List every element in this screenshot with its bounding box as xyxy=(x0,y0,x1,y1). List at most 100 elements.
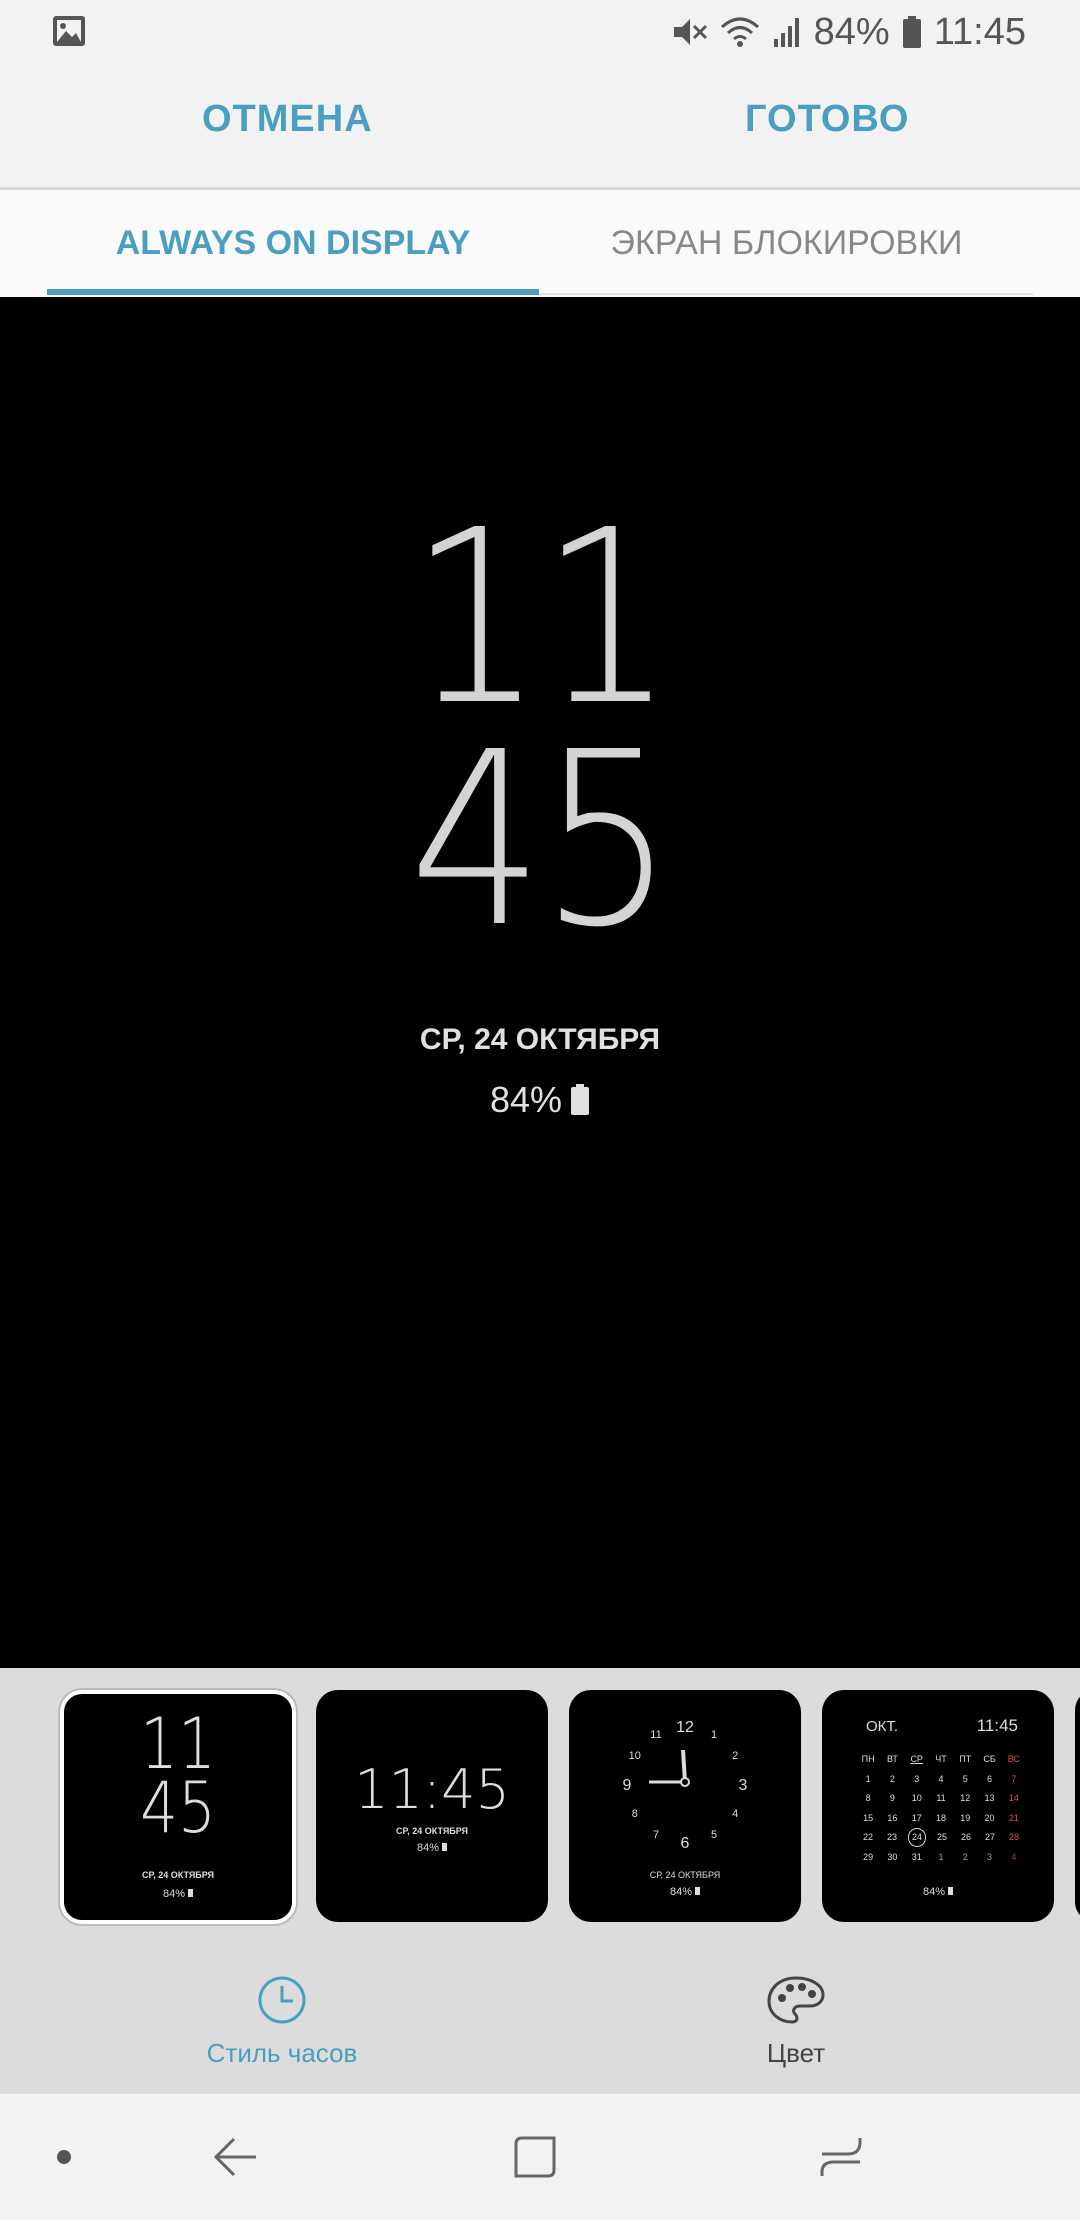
color-label: Цвет xyxy=(766,2038,826,2068)
calendar-day: 13 xyxy=(984,1793,995,1803)
thumb-battery-label: 84% xyxy=(416,1842,439,1854)
calendar-day: 10 xyxy=(911,1793,922,1803)
calendar-day: 7 xyxy=(1011,1773,1017,1784)
calendar-day: 28 xyxy=(1008,1832,1019,1842)
clock-number: 11 xyxy=(650,1729,661,1741)
calendar-day: 8 xyxy=(865,1793,871,1803)
thumb-time: 11:45 xyxy=(354,1758,510,1821)
cancel-button[interactable]: ОТМЕНА xyxy=(202,98,373,141)
thumb-minute: 45 xyxy=(140,1767,216,1849)
calendar-day: 9 xyxy=(889,1793,895,1803)
calendar-day: 30 xyxy=(887,1851,898,1862)
thumb-battery: 84% xyxy=(64,1888,292,1900)
calendar-day: 17 xyxy=(911,1812,922,1823)
clock-number: 1 xyxy=(711,1729,717,1741)
tab-bar: ALWAYS ON DISPLAY ЭКРАН БЛОКИРОВКИ xyxy=(0,190,1080,297)
done-button[interactable]: ГОТОВО xyxy=(745,98,909,141)
tab-divider xyxy=(540,293,1033,295)
clock-number: 2 xyxy=(732,1750,738,1762)
battery-icon xyxy=(902,16,921,48)
calendar-day: 3 xyxy=(914,1773,920,1784)
battery-icon xyxy=(188,1889,194,1897)
header: ОТМЕНА ГОТОВО xyxy=(0,64,1080,190)
battery-icon xyxy=(442,1843,448,1851)
thumb-battery-label: 84% xyxy=(922,1886,945,1898)
clock-number: 9 xyxy=(623,1777,632,1794)
calendar-day: 2 xyxy=(962,1851,968,1862)
clock-number: 10 xyxy=(629,1750,641,1762)
preview-clock: 11 45 xyxy=(0,478,1080,980)
nav-back-button[interactable] xyxy=(200,2094,270,2220)
battery-icon xyxy=(948,1887,954,1895)
aod-options: Стиль часов Цвет xyxy=(0,1946,1080,2094)
color-option[interactable]: Цвет xyxy=(646,1974,946,2069)
calendar-week: 29 30 31 1 2 3 4 xyxy=(856,1848,1026,1868)
clock-style-thumb-digital[interactable]: 11:45 СР, 24 ОКТЯБРЯ 84% xyxy=(316,1690,548,1922)
calendar-day: 26 xyxy=(960,1832,971,1842)
recents-icon xyxy=(820,2138,862,2176)
preview-minute: 45 xyxy=(409,700,674,980)
calendar-day: 6 xyxy=(987,1773,993,1784)
preview-date: СР, 24 ОКТЯБРЯ xyxy=(419,1023,661,1056)
calendar-week: 8 9 10 11 12 13 14 xyxy=(856,1789,1026,1809)
nav-dot-button[interactable] xyxy=(44,2094,84,2220)
preview-hour: 11 xyxy=(409,478,674,758)
nav-home-button[interactable] xyxy=(500,2094,570,2220)
aod-preview: 11 45 СР, 24 ОКТЯБРЯ 84% xyxy=(0,297,1080,1668)
battery-percent: 84% xyxy=(813,10,890,53)
clock-style-thumb-more[interactable] xyxy=(1075,1690,1080,1922)
clock-center xyxy=(680,1777,690,1787)
calendar-day: 11 xyxy=(936,1793,946,1803)
navigation-bar xyxy=(0,2094,1080,2220)
calendar-day: 5 xyxy=(962,1773,968,1784)
calendar-day: 1 xyxy=(865,1773,871,1784)
clock-icon xyxy=(258,1976,306,2024)
clock-style-thumb-calendar[interactable]: ОКТ. 11:45 ПН ВТ СР ЧТ ПТ СБ ВС 1 2 3 4 5 6 7 8 9 10 11 12… xyxy=(822,1690,1054,1922)
status-icons: 84% 11:45 xyxy=(672,6,1026,58)
thumb-battery-label: 84% xyxy=(162,1888,185,1900)
clock-number: 5 xyxy=(711,1829,717,1841)
calendar-day: 31 xyxy=(911,1851,922,1862)
calendar-week: 15 16 17 18 19 20 21 xyxy=(856,1809,1026,1829)
nav-recents-button[interactable] xyxy=(806,2094,876,2220)
clock-number: 3 xyxy=(739,1777,748,1794)
gallery-icon xyxy=(53,16,85,46)
calendar-day: 3 xyxy=(987,1851,993,1862)
calendar-day: 2 xyxy=(889,1773,895,1784)
clock-style-option[interactable]: Стиль часов xyxy=(132,1974,432,2069)
palette-icon xyxy=(767,1976,825,2024)
calendar-day: 4 xyxy=(1011,1851,1017,1862)
tab-always-on-display[interactable]: ALWAYS ON DISPLAY xyxy=(47,190,539,297)
thumb-battery-label: 84% xyxy=(669,1886,692,1898)
battery-icon xyxy=(695,1887,701,1895)
calendar-weekday: ПН xyxy=(861,1754,875,1764)
thumb-battery: 84% xyxy=(569,1886,801,1898)
tab-lock-screen[interactable]: ЭКРАН БЛОКИРОВКИ xyxy=(540,190,1033,297)
preview-battery-label: 84% xyxy=(489,1079,563,1120)
calendar-month: ОКТ. xyxy=(866,1718,899,1735)
thumb-date: СР, 24 ОКТЯБРЯ xyxy=(395,1826,469,1836)
calendar-day: 21 xyxy=(1008,1812,1019,1823)
calendar-day: 27 xyxy=(984,1832,995,1842)
calendar-grid: ПН ВТ СР ЧТ ПТ СБ ВС 1 2 3 4 5 6 7 8 9 10 11 12 13 14 15 16 17 1… xyxy=(856,1750,1026,1867)
calendar-time: 11:45 xyxy=(976,1716,1018,1735)
dot-icon xyxy=(57,2150,71,2164)
calendar-weekday: ВТ xyxy=(886,1754,898,1764)
clock-style-thumb-analog[interactable]: 12 1 2 3 4 5 6 7 8 9 10 11 СР, 24 ОКТЯБРЯ 84% xyxy=(569,1690,801,1922)
calendar-day: 19 xyxy=(960,1812,971,1823)
calendar-day: 1 xyxy=(938,1851,944,1862)
thumb-date: СР, 24 ОКТЯБРЯ xyxy=(649,1870,721,1880)
clock-number: 8 xyxy=(632,1808,638,1820)
calendar-day: 23 xyxy=(886,1832,897,1842)
clock-style-label: Стиль часов xyxy=(206,2038,358,2068)
calendar-day: 16 xyxy=(887,1812,898,1823)
calendar-day: 22 xyxy=(862,1832,873,1842)
clock-number: 7 xyxy=(653,1829,659,1841)
calendar-day: 18 xyxy=(935,1812,946,1823)
calendar-weekday: ЧТ xyxy=(935,1754,947,1764)
calendar-day: 14 xyxy=(1008,1793,1019,1803)
clock-number: 4 xyxy=(732,1808,738,1820)
clock-style-strip[interactable]: 11 45 СР, 24 ОКТЯБРЯ 84% 11:45 СР, 24 ОК… xyxy=(0,1668,1080,1948)
calendar-weekday: СР xyxy=(910,1754,923,1764)
clock-style-thumb-stacked[interactable]: 11 45 СР, 24 ОКТЯБРЯ 84% xyxy=(60,1690,296,1924)
